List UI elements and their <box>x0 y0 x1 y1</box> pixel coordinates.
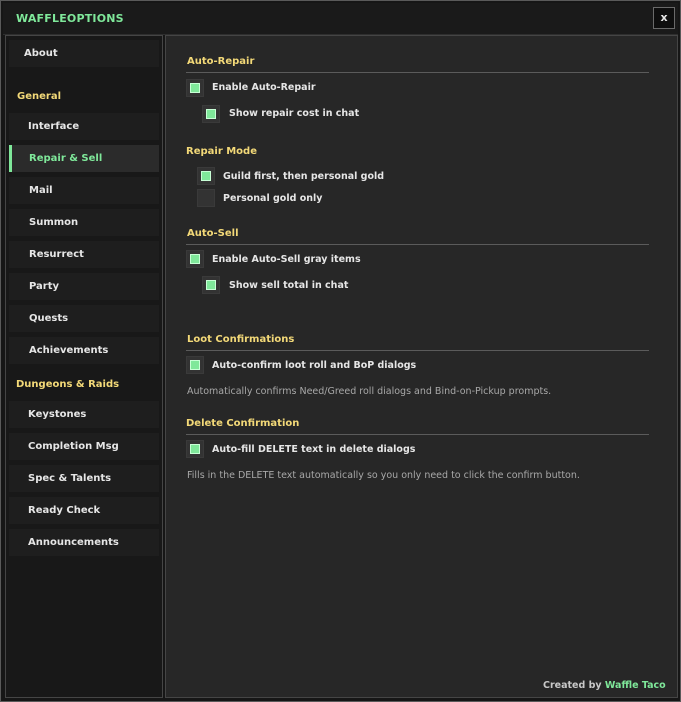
show-repair-cost-checkbox[interactable] <box>202 105 220 123</box>
sidebar-item-mail[interactable]: Mail <box>9 177 159 204</box>
sidebar-category-label: Dungeons & Raids <box>16 379 120 390</box>
sidebar-category-label: General <box>17 91 61 102</box>
auto-fill-delete-label: Auto-fill DELETE text in delete dialogs <box>212 444 416 455</box>
sidebar-item-achievements[interactable]: Achievements <box>9 337 159 364</box>
settings-panel: Auto-Repair Enable Auto-Repair Show repa… <box>165 35 678 698</box>
sidebar-item-label: Resurrect <box>29 249 84 260</box>
sidebar-item-completion-msg[interactable]: Completion Msg <box>9 433 159 460</box>
section-title-auto-repair: Auto-Repair <box>187 56 255 67</box>
enable-auto-repair-label: Enable Auto-Repair <box>212 82 316 93</box>
sidebar-item-announcements[interactable]: Announcements <box>9 529 159 556</box>
sidebar-item-interface[interactable]: Interface <box>9 113 159 140</box>
sidebar-item-keystones[interactable]: Keystones <box>9 401 159 428</box>
section-title-repair-mode: Repair Mode <box>186 146 257 157</box>
guild-first-radio[interactable] <box>197 167 215 185</box>
enable-auto-repair-checkbox[interactable] <box>186 79 204 97</box>
footer-author: Waffle Taco <box>604 680 666 691</box>
sidebar-item-spec-talents[interactable]: Spec & Talents <box>9 465 159 492</box>
personal-only-label: Personal gold only <box>223 193 323 204</box>
sidebar-item-label: About <box>24 48 58 59</box>
sidebar-item-quests[interactable]: Quests <box>9 305 159 332</box>
divider <box>186 434 649 435</box>
loot-description: Automatically confirms Need/Greed roll d… <box>187 386 552 397</box>
sidebar-item-label: Achievements <box>29 345 109 356</box>
sidebar-item-resurrect[interactable]: Resurrect <box>9 241 159 268</box>
sidebar-item-label: Summon <box>29 217 79 228</box>
show-sell-total-label: Show sell total in chat <box>229 280 349 291</box>
personal-only-radio[interactable] <box>197 189 215 207</box>
section-title-delete: Delete Confirmation <box>186 418 300 429</box>
show-repair-cost-label: Show repair cost in chat <box>229 108 360 119</box>
enable-auto-sell-label: Enable Auto-Sell gray items <box>212 254 361 265</box>
footer-credit: Created by Waffle Taco <box>543 680 666 691</box>
sidebar-item-label: Mail <box>29 185 53 196</box>
auto-fill-delete-checkbox[interactable] <box>186 440 204 458</box>
divider <box>186 72 649 73</box>
guild-first-label: Guild first, then personal gold <box>223 171 385 182</box>
auto-confirm-loot-checkbox[interactable] <box>186 356 204 374</box>
delete-description: Fills in the DELETE text automatically s… <box>187 470 580 481</box>
sidebar-item-label: Repair & Sell <box>29 153 103 164</box>
sidebar-item-label: Ready Check <box>28 505 101 516</box>
sidebar-item-label: Interface <box>28 121 80 132</box>
divider <box>186 350 649 351</box>
close-button[interactable]: x <box>653 7 675 29</box>
auto-confirm-loot-label: Auto-confirm loot roll and BoP dialogs <box>212 360 417 371</box>
sidebar-item-label: Keystones <box>28 409 87 420</box>
sidebar-item-ready-check[interactable]: Ready Check <box>9 497 159 524</box>
sidebar-item-label: Announcements <box>28 537 119 548</box>
sidebar-category-general: General <box>9 84 159 108</box>
enable-auto-sell-checkbox[interactable] <box>186 250 204 268</box>
footer-prefix: Created by <box>543 680 602 691</box>
sidebar-item-label: Completion Msg <box>28 441 119 452</box>
sidebar-item-repair-sell[interactable]: Repair & Sell <box>9 145 159 172</box>
sidebar-item-label: Party <box>29 281 60 292</box>
sidebar-item-about[interactable]: About <box>9 40 159 67</box>
section-title-auto-sell: Auto-Sell <box>187 228 239 239</box>
show-sell-total-checkbox[interactable] <box>202 276 220 294</box>
sidebar-item-label: Quests <box>29 313 69 324</box>
sidebar-item-party[interactable]: Party <box>9 273 159 300</box>
title-bar[interactable]: WAFFLEOPTIONS x <box>3 3 678 35</box>
sidebar-item-label: Spec & Talents <box>28 473 112 484</box>
window-title: WAFFLEOPTIONS <box>16 12 124 25</box>
section-title-loot: Loot Confirmations <box>187 334 295 345</box>
divider <box>186 244 649 245</box>
sidebar-item-summon[interactable]: Summon <box>9 209 159 236</box>
sidebar-category-dungeons: Dungeons & Raids <box>9 372 159 396</box>
sidebar: About General Interface Repair & Sell Ma… <box>5 35 163 698</box>
